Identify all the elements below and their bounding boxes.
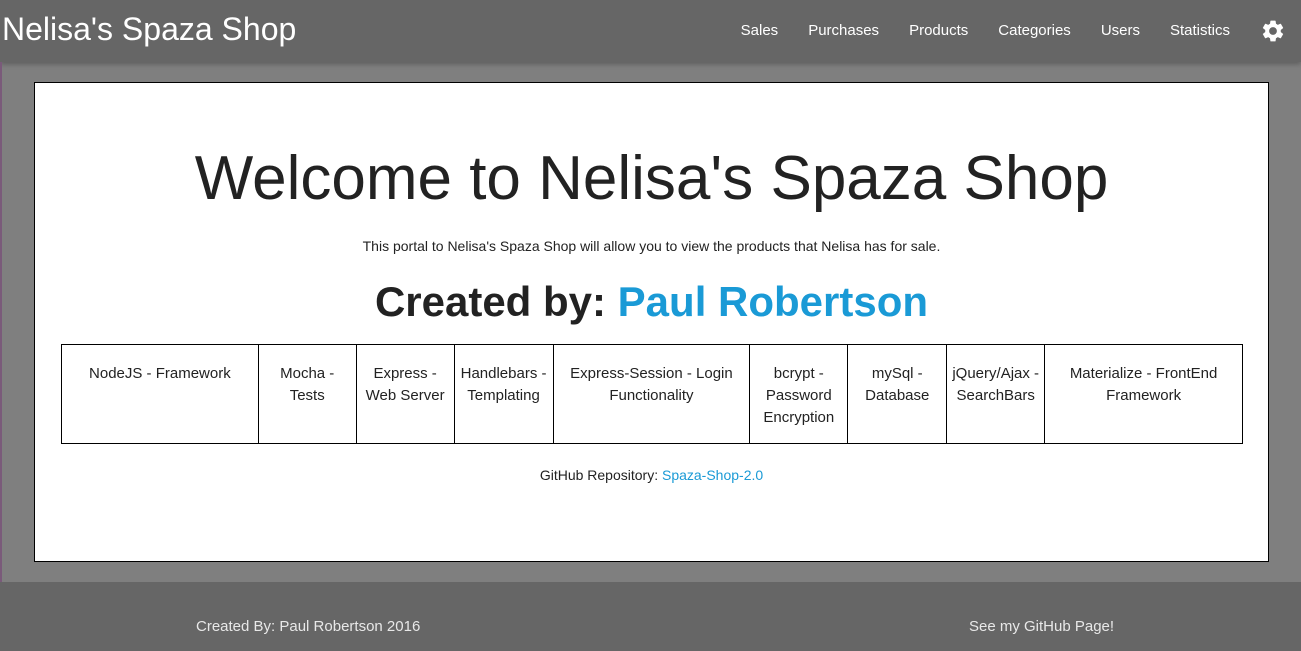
- gear-icon[interactable]: [1245, 0, 1301, 62]
- gear-icon-svg: [1262, 20, 1284, 42]
- table-row: NodeJS - Framework Mocha - Tests Express…: [61, 344, 1243, 444]
- page-left-edge: [0, 62, 2, 582]
- nav-link-sales[interactable]: Sales: [726, 0, 794, 62]
- created-by-heading: Created by: Paul Robertson: [35, 276, 1268, 328]
- footer-copyright: Created By: Paul Robertson 2016: [196, 618, 421, 635]
- tech-cell-express-session: Express-Session - Login Functionality: [552, 344, 751, 444]
- nav-link-purchases[interactable]: Purchases: [793, 0, 894, 62]
- navbar: Nelisa's Spaza Shop Sales Purchases Prod…: [0, 0, 1301, 62]
- technologies-table: NodeJS - Framework Mocha - Tests Express…: [61, 344, 1243, 444]
- brand-logo[interactable]: Nelisa's Spaza Shop: [2, 10, 296, 48]
- repo-label: GitHub Repository:: [539, 467, 662, 483]
- nav-link-statistics[interactable]: Statistics: [1155, 0, 1245, 62]
- nav-link-users[interactable]: Users: [1086, 0, 1155, 62]
- footer-github-link[interactable]: See my GitHub Page!: [969, 618, 1114, 636]
- page-title: Welcome to Nelisa's Spaza Shop: [194, 144, 1109, 213]
- intro-text: This portal to Nelisa's Spaza Shop will …: [362, 238, 941, 254]
- tech-cell-materialize: Materialize - FrontEnd Framework: [1044, 344, 1243, 444]
- tech-cell-mocha: Mocha - Tests: [257, 344, 357, 444]
- footer: Created By: Paul Robertson 2016 See my G…: [0, 582, 1301, 651]
- nav-links: Sales Purchases Products Categories User…: [726, 0, 1301, 62]
- created-by-label: Created by:: [374, 278, 618, 325]
- main-card: Welcome to Nelisa's Spaza Shop This port…: [34, 82, 1269, 562]
- repo-line: GitHub Repository: Spaza-Shop-2.0: [35, 466, 1268, 484]
- tech-cell-express: Express - Web Server: [355, 344, 455, 444]
- tech-cell-jquery-ajax: jQuery/Ajax - SearchBars: [946, 344, 1046, 444]
- nav-link-products[interactable]: Products: [894, 0, 983, 62]
- creator-name-link[interactable]: Paul Robertson: [618, 278, 928, 325]
- repo-link[interactable]: Spaza-Shop-2.0: [662, 467, 763, 483]
- tech-cell-mysql: mySql - Database: [847, 344, 948, 444]
- tech-cell-nodejs: NodeJS - Framework: [61, 344, 259, 444]
- nav-link-categories[interactable]: Categories: [983, 0, 1086, 62]
- tech-cell-handlebars: Handlebars - Templating: [453, 344, 554, 444]
- tech-cell-bcrypt: bcrypt - Password Encryption: [749, 344, 849, 444]
